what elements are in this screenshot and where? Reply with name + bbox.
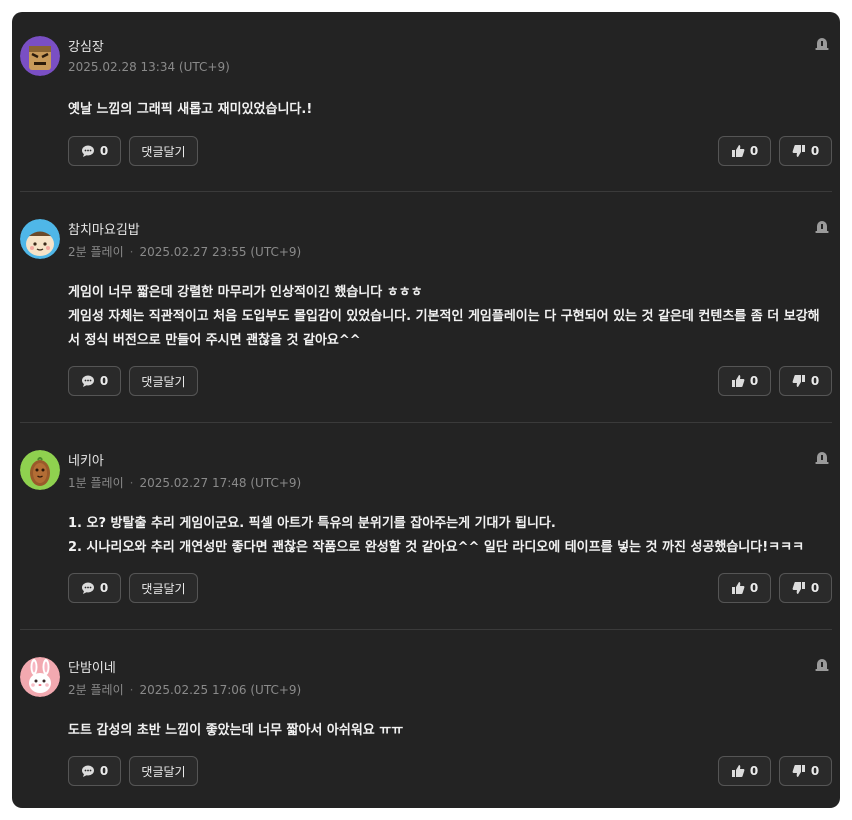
report-siren-icon[interactable] — [814, 449, 830, 465]
like-button[interactable]: 0 — [718, 366, 771, 396]
timestamp: 2025.02.27 17:48 (UTC+9) — [139, 476, 302, 490]
comment-meta: 1분 플레이 · 2025.02.27 17:48 (UTC+9) — [68, 474, 301, 491]
comment-text: 도트 감성의 초반 느낌이 좋았는데 너무 짧아서 아쉬워요 ㅠㅠ — [68, 719, 832, 743]
comment-count: 0 — [99, 144, 109, 158]
like-button[interactable]: 0 — [718, 573, 771, 603]
reply-button[interactable]: 댓글달기 — [129, 366, 198, 396]
speech-bubble-icon — [81, 582, 94, 594]
divider — [20, 422, 832, 423]
like-count: 0 — [749, 581, 759, 595]
playtime: 2분 플레이 — [68, 683, 124, 697]
comment-text: 게임이 너무 짧은데 강렬한 마무리가 인상적이긴 했습니다 ㅎㅎㅎ 게임성 자… — [68, 281, 832, 353]
speech-bubble-icon — [81, 145, 94, 157]
separator-dot: · — [129, 476, 134, 490]
reply-button[interactable]: 댓글달기 — [129, 756, 198, 786]
like-count: 0 — [749, 764, 759, 778]
comment-count: 0 — [99, 374, 109, 388]
dislike-button[interactable]: 0 — [779, 573, 832, 603]
dislike-button[interactable]: 0 — [779, 366, 832, 396]
comment-line: 서 정식 버전으로 만들어 주시면 괜찮을 것 같아요^^ — [68, 333, 361, 348]
comment-meta: 2025.02.28 13:34 (UTC+9) — [68, 60, 230, 74]
dislike-count: 0 — [810, 374, 820, 388]
potato-character-avatar-icon[interactable] — [20, 450, 60, 490]
like-button[interactable]: 0 — [718, 136, 771, 166]
bunny-avatar-icon[interactable] — [20, 657, 60, 697]
comment-count: 0 — [99, 581, 109, 595]
thumbs-down-icon — [792, 582, 805, 594]
divider — [20, 629, 832, 630]
thumbs-up-icon — [731, 582, 745, 594]
thumbs-down-icon — [792, 145, 805, 157]
comment-count-button[interactable]: 0 — [68, 366, 121, 396]
comment-line: 게임이 너무 짧은데 강렬한 마무리가 인상적이긴 했습니다 ㅎㅎㅎ — [68, 285, 423, 300]
username[interactable]: 참치마요김밥 — [68, 219, 140, 238]
comment-text: 옛날 느낌의 그래픽 새롭고 재미있었습니다.! — [68, 98, 832, 122]
report-siren-icon[interactable] — [814, 218, 830, 234]
username[interactable]: 단밤이네 — [68, 657, 116, 676]
angry-block-avatar-icon[interactable] — [20, 36, 60, 76]
comment-line: 게임성 자체는 직관적이고 처음 도입부도 몰입감이 있었습니다. 기본적인 게… — [68, 309, 820, 324]
playtime: 2분 플레이 — [68, 245, 124, 259]
like-button[interactable]: 0 — [718, 756, 771, 786]
comment-count-button[interactable]: 0 — [68, 136, 121, 166]
report-siren-icon[interactable] — [814, 35, 830, 51]
comment-count-button[interactable]: 0 — [68, 756, 121, 786]
chef-character-avatar-icon[interactable] — [20, 219, 60, 259]
speech-bubble-icon — [81, 375, 94, 387]
comment-count-button[interactable]: 0 — [68, 573, 121, 603]
dislike-count: 0 — [810, 764, 820, 778]
thumbs-down-icon — [792, 375, 805, 387]
comment-line: 옛날 느낌의 그래픽 새롭고 재미있었습니다.! — [68, 102, 313, 117]
separator-dot: · — [129, 245, 134, 259]
timestamp: 2025.02.28 13:34 (UTC+9) — [68, 60, 230, 74]
like-count: 0 — [749, 374, 759, 388]
thumbs-up-icon — [731, 145, 745, 157]
comment-meta: 2분 플레이 · 2025.02.25 17:06 (UTC+9) — [68, 681, 301, 698]
comment-text: 1. 오? 방탈출 추리 게임이군요. 픽셀 아트가 특유의 분위기를 잡아주는… — [68, 512, 832, 560]
thumbs-up-icon — [731, 765, 745, 777]
thumbs-down-icon — [792, 765, 805, 777]
username[interactable]: 네키아 — [68, 450, 104, 469]
timestamp: 2025.02.25 17:06 (UTC+9) — [139, 683, 302, 697]
thumbs-up-icon — [731, 375, 745, 387]
comment-line: 도트 감성의 초반 느낌이 좋았는데 너무 짧아서 아쉬워요 ㅠㅠ — [68, 723, 404, 738]
comment-line: 1. 오? 방탈출 추리 게임이군요. 픽셀 아트가 특유의 분위기를 잡아주는… — [68, 516, 556, 531]
reply-button[interactable]: 댓글달기 — [129, 136, 198, 166]
reply-button[interactable]: 댓글달기 — [129, 573, 198, 603]
speech-bubble-icon — [81, 765, 94, 777]
username[interactable]: 강심장 — [68, 36, 104, 55]
dislike-count: 0 — [810, 581, 820, 595]
playtime: 1분 플레이 — [68, 476, 124, 490]
comment-panel: 강심장 2025.02.28 13:34 (UTC+9) 옛날 느낌의 그래픽 … — [12, 12, 840, 808]
dislike-button[interactable]: 0 — [779, 136, 832, 166]
like-count: 0 — [749, 144, 759, 158]
comment-count: 0 — [99, 764, 109, 778]
report-siren-icon[interactable] — [814, 656, 830, 672]
divider — [20, 191, 832, 192]
comment-meta: 2분 플레이 · 2025.02.27 23:55 (UTC+9) — [68, 243, 301, 260]
dislike-button[interactable]: 0 — [779, 756, 832, 786]
dislike-count: 0 — [810, 144, 820, 158]
comment-line: 2. 시나리오와 추리 개연성만 좋다면 괜찮은 작품으로 완성할 것 같아요^… — [68, 540, 805, 555]
separator-dot: · — [129, 683, 134, 697]
timestamp: 2025.02.27 23:55 (UTC+9) — [139, 245, 302, 259]
